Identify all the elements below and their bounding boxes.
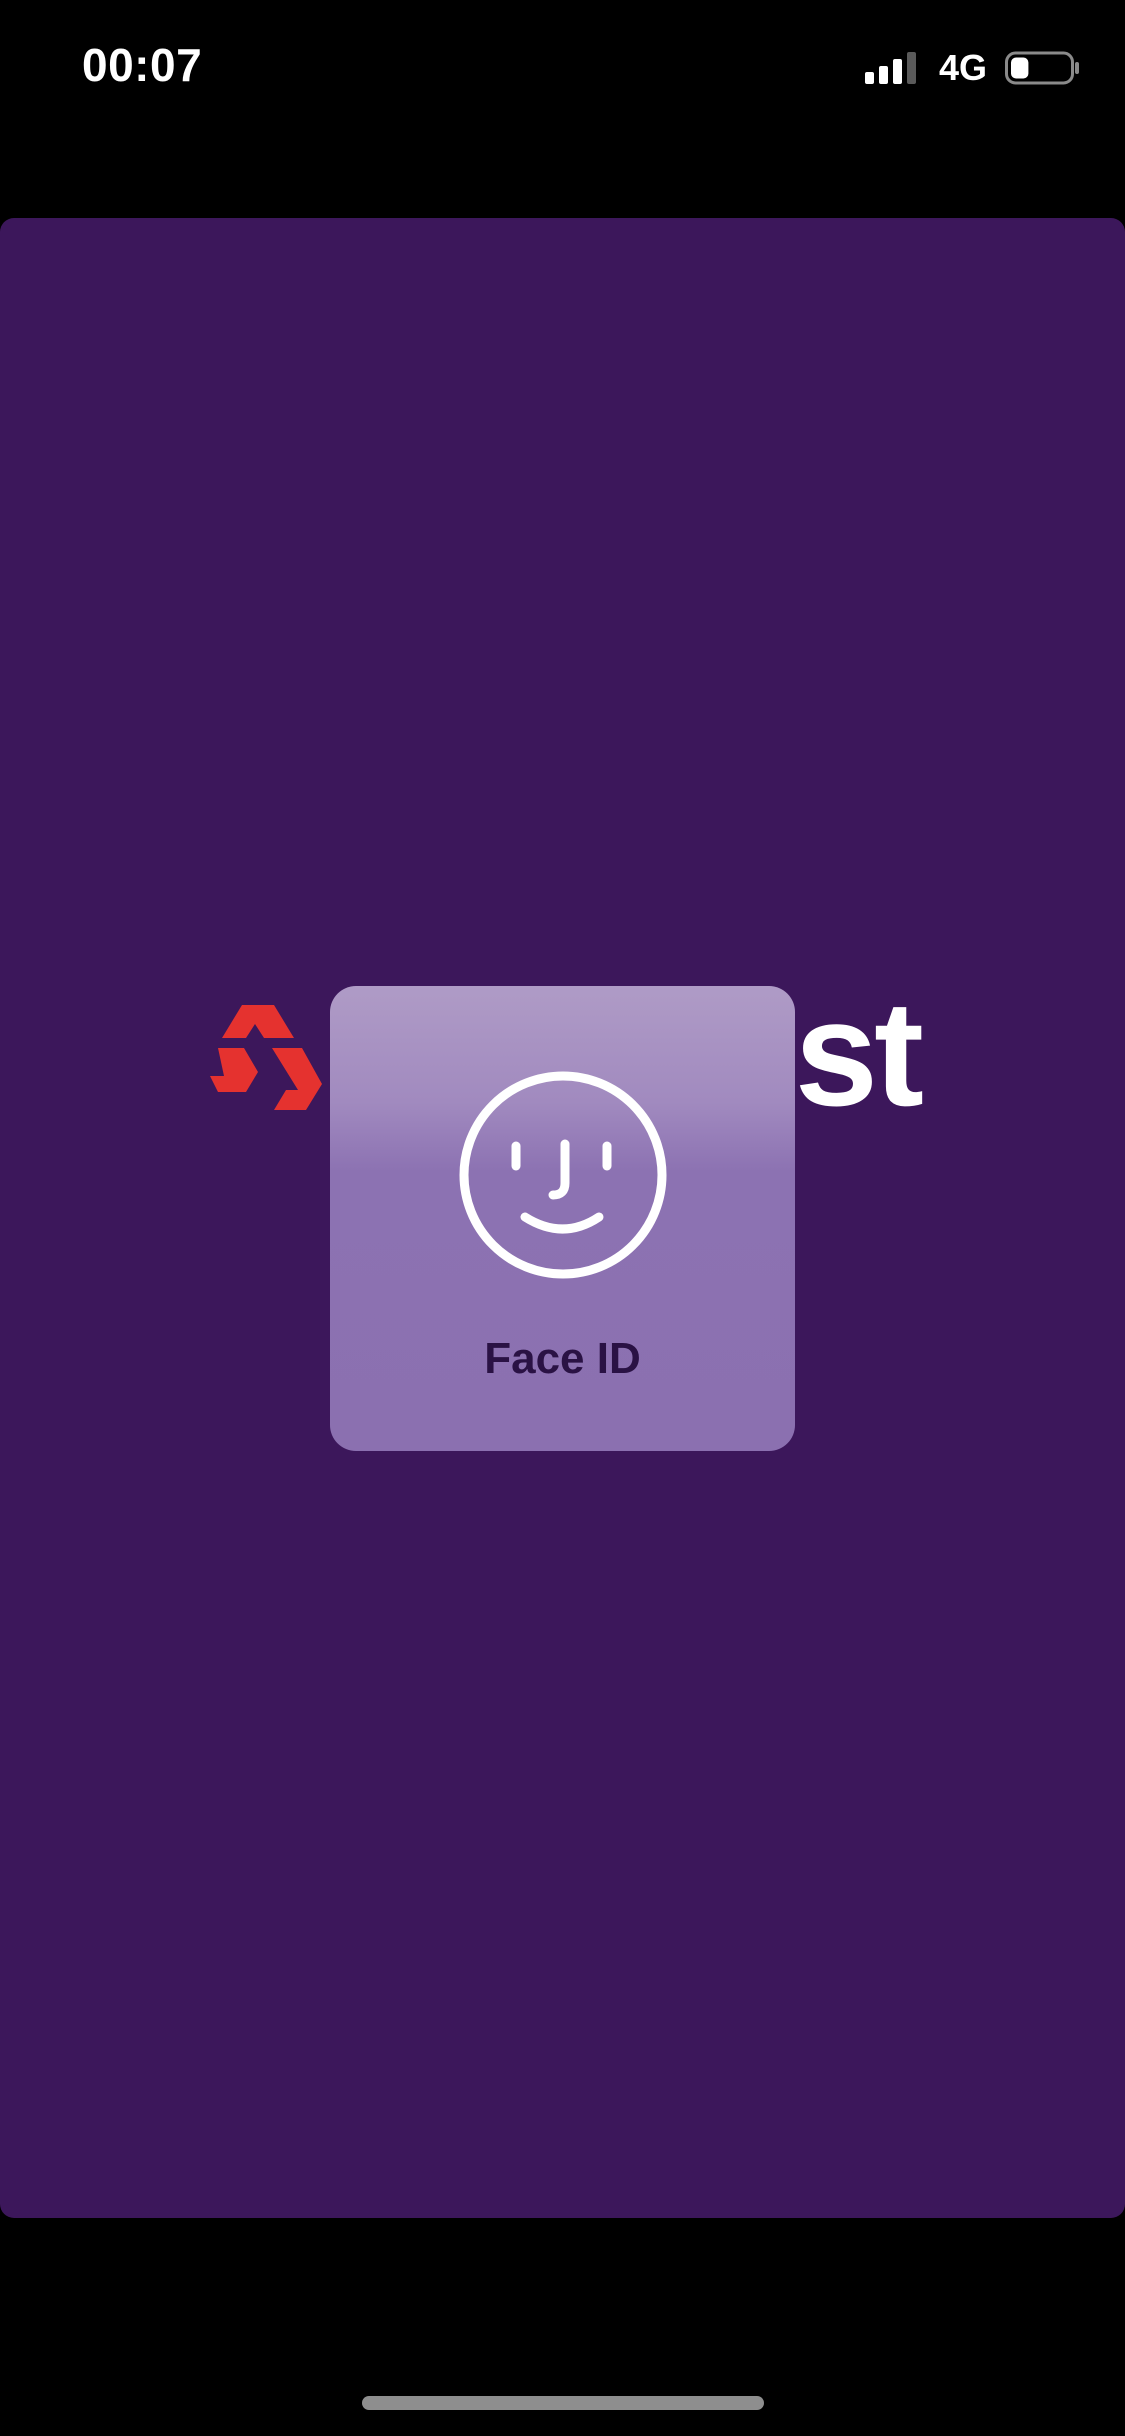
status-time: 00:07 bbox=[82, 39, 203, 91]
face-id-prompt: Face ID bbox=[330, 986, 795, 1451]
status-bar: 00:07 4G bbox=[0, 0, 1125, 140]
cellular-signal-icon bbox=[864, 52, 916, 84]
status-indicators: 4G bbox=[864, 47, 1081, 88]
logo-wordmark: st bbox=[794, 969, 924, 1137]
natwest-logo-icon bbox=[210, 1005, 322, 1110]
phone-screen: 00:07 4G st Face ID bbox=[0, 0, 1125, 2436]
network-type: 4G bbox=[938, 47, 987, 88]
battery-icon bbox=[1005, 51, 1079, 85]
home-indicator[interactable] bbox=[362, 2396, 764, 2410]
face-id-label: Face ID bbox=[484, 1334, 641, 1383]
face-id-icon bbox=[459, 1071, 667, 1279]
